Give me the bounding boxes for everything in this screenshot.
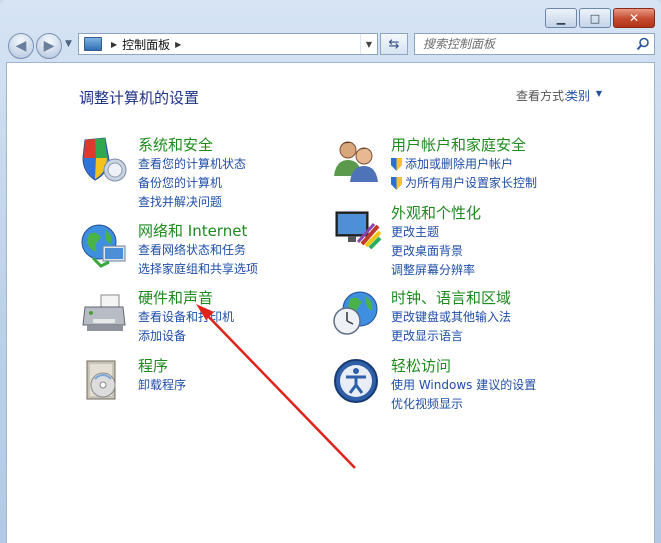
link-backup-computer[interactable]: 备份您的计算机 [138,174,246,193]
link-change-input-method[interactable]: 更改键盘或其他输入法 [391,308,511,327]
category-clock-language: 时钟、语言和区域 更改键盘或其他输入法 更改显示语言 [332,289,511,346]
caption-buttons: ▁ □ ✕ [545,8,655,28]
page-title: 调整计算机的设置 [79,89,200,107]
link-change-background[interactable]: 更改桌面背景 [391,242,481,261]
category-ease-of-access: 轻松访问 使用 Windows 建议的设置 优化视频显示 [332,357,536,414]
forward-button[interactable]: ▶ [36,33,62,59]
back-button[interactable]: ◀ [8,33,34,59]
programs-icon[interactable] [79,357,129,405]
refresh-icon: ⇆ [388,36,400,52]
clock-language-icon[interactable] [332,289,382,337]
minimize-button[interactable]: ▁ [545,8,577,28]
view-by-label: 查看方式: [515,89,568,103]
category-title[interactable]: 硬件和声音 [138,289,234,308]
category-title[interactable]: 外观和个性化 [391,204,481,223]
link-uninstall-program[interactable]: 卸载程序 [138,376,186,395]
chevron-right-icon[interactable]: ▶ [111,40,117,49]
category-title[interactable]: 系统和安全 [138,136,246,155]
content-pane: 调整计算机的设置 查看方式: 类别 ▼ 系统和安全 查看您的计算机状态 备份您的… [6,62,655,543]
link-windows-recommended-settings[interactable]: 使用 Windows 建议的设置 [391,376,536,395]
back-arrow-icon: ◀ [15,38,27,54]
close-button[interactable]: ✕ [613,8,655,28]
category-appearance: 外观和个性化 更改主题 更改桌面背景 调整屏幕分辨率 [332,204,481,280]
chevron-down-icon[interactable]: ▼ [596,89,602,98]
user-accounts-icon[interactable] [332,136,382,184]
link-troubleshoot[interactable]: 查找并解决问题 [138,193,246,212]
category-title[interactable]: 用户帐户和家庭安全 [391,136,537,155]
control-panel-icon [84,37,102,51]
refresh-button[interactable]: ⇆ [380,33,408,55]
link-optimize-video-display[interactable]: 优化视频显示 [391,395,536,414]
maximize-button[interactable]: □ [579,8,611,28]
category-user-accounts: 用户帐户和家庭安全 添加或删除用户帐户 为所有用户设置家长控制 [332,136,537,193]
navigation-bar: ◀ ▶ ▼ ▶ 控制面板 ▶ ▼ ⇆ [6,32,655,59]
link-add-remove-accounts[interactable]: 添加或删除用户帐户 [391,155,537,174]
category-title[interactable]: 时钟、语言和区域 [391,289,511,308]
system-security-icon[interactable] [79,136,129,184]
category-title[interactable]: 网络和 Internet [138,222,258,241]
link-change-theme[interactable]: 更改主题 [391,223,481,242]
view-by-selector[interactable]: 类别 [566,87,590,104]
search-box [414,33,655,55]
recent-pages-dropdown[interactable]: ▼ [65,39,72,49]
link-add-device[interactable]: 添加设备 [138,327,234,346]
link-text[interactable]: 添加或删除用户帐户 [405,155,513,174]
address-bar[interactable]: ▶ 控制面板 ▶ ▼ [78,33,378,55]
breadcrumb-control-panel[interactable]: 控制面板 [122,36,170,53]
window-frame: ▁ □ ✕ ◀ ▶ ▼ ▶ 控制面板 ▶ ▼ ⇆ 调整计算 [0,0,661,543]
hardware-sound-icon[interactable] [79,289,129,337]
category-hardware-sound: 硬件和声音 查看设备和打印机 添加设备 [79,289,234,346]
link-screen-resolution[interactable]: 调整屏幕分辨率 [391,261,481,280]
category-network-internet: 网络和 Internet 查看网络状态和任务 选择家庭组和共享选项 [79,222,258,279]
link-text[interactable]: 为所有用户设置家长控制 [405,174,537,193]
link-parental-controls[interactable]: 为所有用户设置家长控制 [391,174,537,193]
ease-of-access-icon[interactable] [332,357,382,405]
category-title[interactable]: 程序 [138,357,186,376]
link-network-status[interactable]: 查看网络状态和任务 [138,241,258,260]
link-change-display-language[interactable]: 更改显示语言 [391,327,511,346]
address-dropdown[interactable]: ▼ [360,34,377,54]
link-homegroup-sharing[interactable]: 选择家庭组和共享选项 [138,260,258,279]
search-icon[interactable] [636,37,650,51]
category-title[interactable]: 轻松访问 [391,357,536,376]
uac-shield-icon [391,177,402,190]
chevron-right-icon[interactable]: ▶ [175,40,181,49]
category-programs: 程序 卸载程序 [79,357,186,405]
forward-arrow-icon: ▶ [43,38,55,54]
uac-shield-icon [391,158,402,171]
appearance-icon[interactable] [332,204,382,252]
search-input[interactable] [421,36,630,52]
link-devices-printers[interactable]: 查看设备和打印机 [138,308,234,327]
network-internet-icon[interactable] [79,222,129,270]
category-system-security: 系统和安全 查看您的计算机状态 备份您的计算机 查找并解决问题 [79,136,246,212]
link-view-computer-status[interactable]: 查看您的计算机状态 [138,155,246,174]
